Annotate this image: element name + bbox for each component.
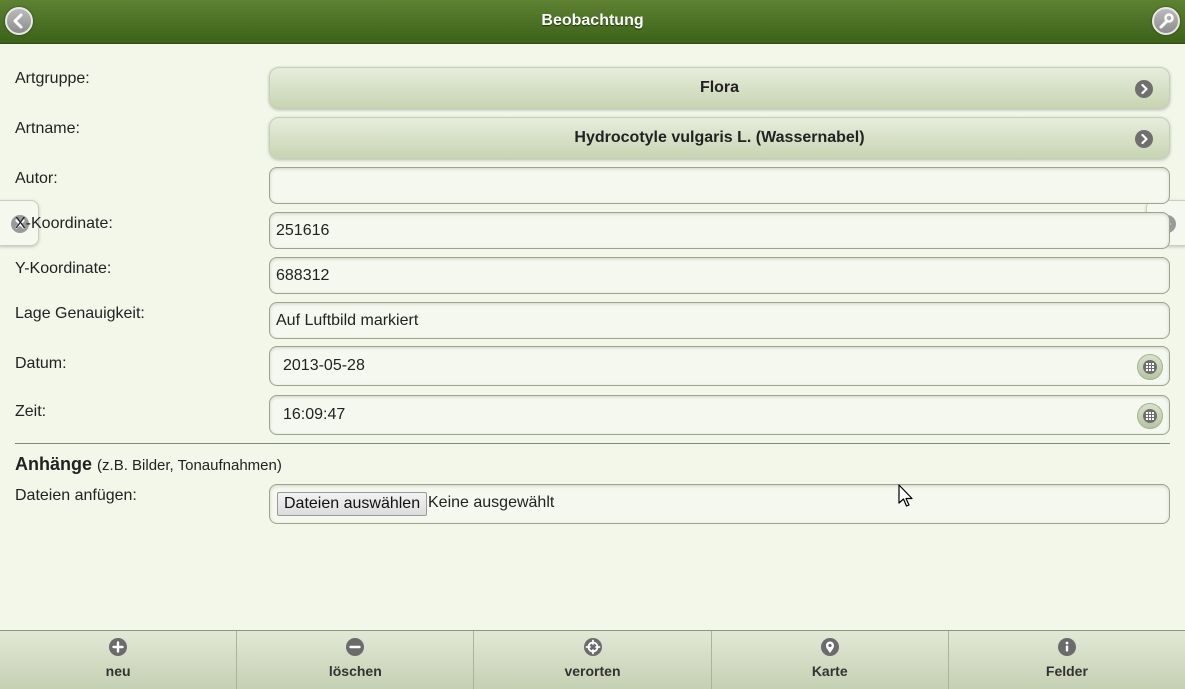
x-koordinate-input[interactable]: 251616 <box>269 212 1170 249</box>
calendar-icon <box>1143 409 1157 423</box>
artname-label: Artname: <box>15 120 80 137</box>
fields-label: Felder <box>1045 663 1088 679</box>
settings-button[interactable] <box>1152 7 1180 35</box>
map-button[interactable]: Karte <box>712 631 949 689</box>
zeit-input[interactable]: 16:09:47 <box>269 395 1170 435</box>
mouse-cursor-icon <box>898 484 913 507</box>
zeit-picker-button[interactable] <box>1137 403 1163 429</box>
section-divider <box>15 443 1170 444</box>
plus-icon <box>109 638 128 656</box>
map-pin-icon <box>820 638 839 656</box>
attachments-title: Anhänge <box>15 454 93 474</box>
artgruppe-value: Flora <box>699 79 740 96</box>
y-koordinate-input[interactable]: 688312 <box>269 257 1170 294</box>
datum-label: Datum: <box>15 355 67 372</box>
artname-value: Hydrocotyle vulgaris L. (Wassernabel) <box>574 129 865 146</box>
choose-files-button[interactable]: Dateien auswählen <box>277 492 428 516</box>
datum-input[interactable]: 2013-05-28 <box>269 346 1170 386</box>
dateien-label: Dateien anfügen: <box>15 487 137 504</box>
minus-icon <box>346 638 365 656</box>
info-icon <box>1057 638 1076 656</box>
locate-button[interactable]: verorten <box>474 631 712 689</box>
page-title: Beobachtung <box>541 12 644 29</box>
lage-genauigkeit-label: Lage Genauigkeit: <box>15 305 145 322</box>
attachments-heading: Anhänge (z.B. Bilder, Tonaufnahmen) <box>15 454 282 475</box>
lage-genauigkeit-input[interactable]: Auf Luftbild markiert <box>269 302 1170 339</box>
attachments-hint: (z.B. Bilder, Tonaufnahmen) <box>97 457 282 474</box>
chevron-right-icon <box>1135 80 1153 98</box>
header-bar: Beobachtung <box>0 0 1185 44</box>
fields-button[interactable]: Felder <box>949 631 1185 689</box>
y-koordinate-label: Y-Koordinate: <box>15 260 112 277</box>
file-status-text: Keine ausgewählt <box>428 494 555 511</box>
delete-button[interactable]: löschen <box>237 631 475 689</box>
artgruppe-select[interactable]: Flora <box>269 67 1170 109</box>
file-input[interactable]: Dateien auswählen Keine ausgewählt <box>269 484 1170 524</box>
footer-navbar: neu löschen verorten Karte Felder <box>0 630 1185 689</box>
autor-label: Autor: <box>15 170 58 187</box>
datum-picker-button[interactable] <box>1137 354 1163 380</box>
x-koordinate-label: X-Koordinate: <box>15 215 113 232</box>
artgruppe-label: Artgruppe: <box>15 70 90 87</box>
map-label: Karte <box>811 663 848 679</box>
artname-select[interactable]: Hydrocotyle vulgaris L. (Wassernabel) <box>269 117 1170 159</box>
zeit-label: Zeit: <box>15 403 47 420</box>
delete-label: löschen <box>328 663 382 679</box>
crosshair-icon <box>583 638 602 656</box>
datum-value: 2013-05-28 <box>283 357 365 374</box>
new-button[interactable]: neu <box>0 631 238 689</box>
chevron-right-icon <box>1135 130 1153 148</box>
calendar-icon <box>1143 360 1157 374</box>
zeit-value: 16:09:47 <box>283 406 346 423</box>
new-label: neu <box>105 663 131 679</box>
locate-label: verorten <box>564 663 621 679</box>
autor-input[interactable] <box>269 167 1170 204</box>
wrench-icon <box>1159 13 1174 29</box>
